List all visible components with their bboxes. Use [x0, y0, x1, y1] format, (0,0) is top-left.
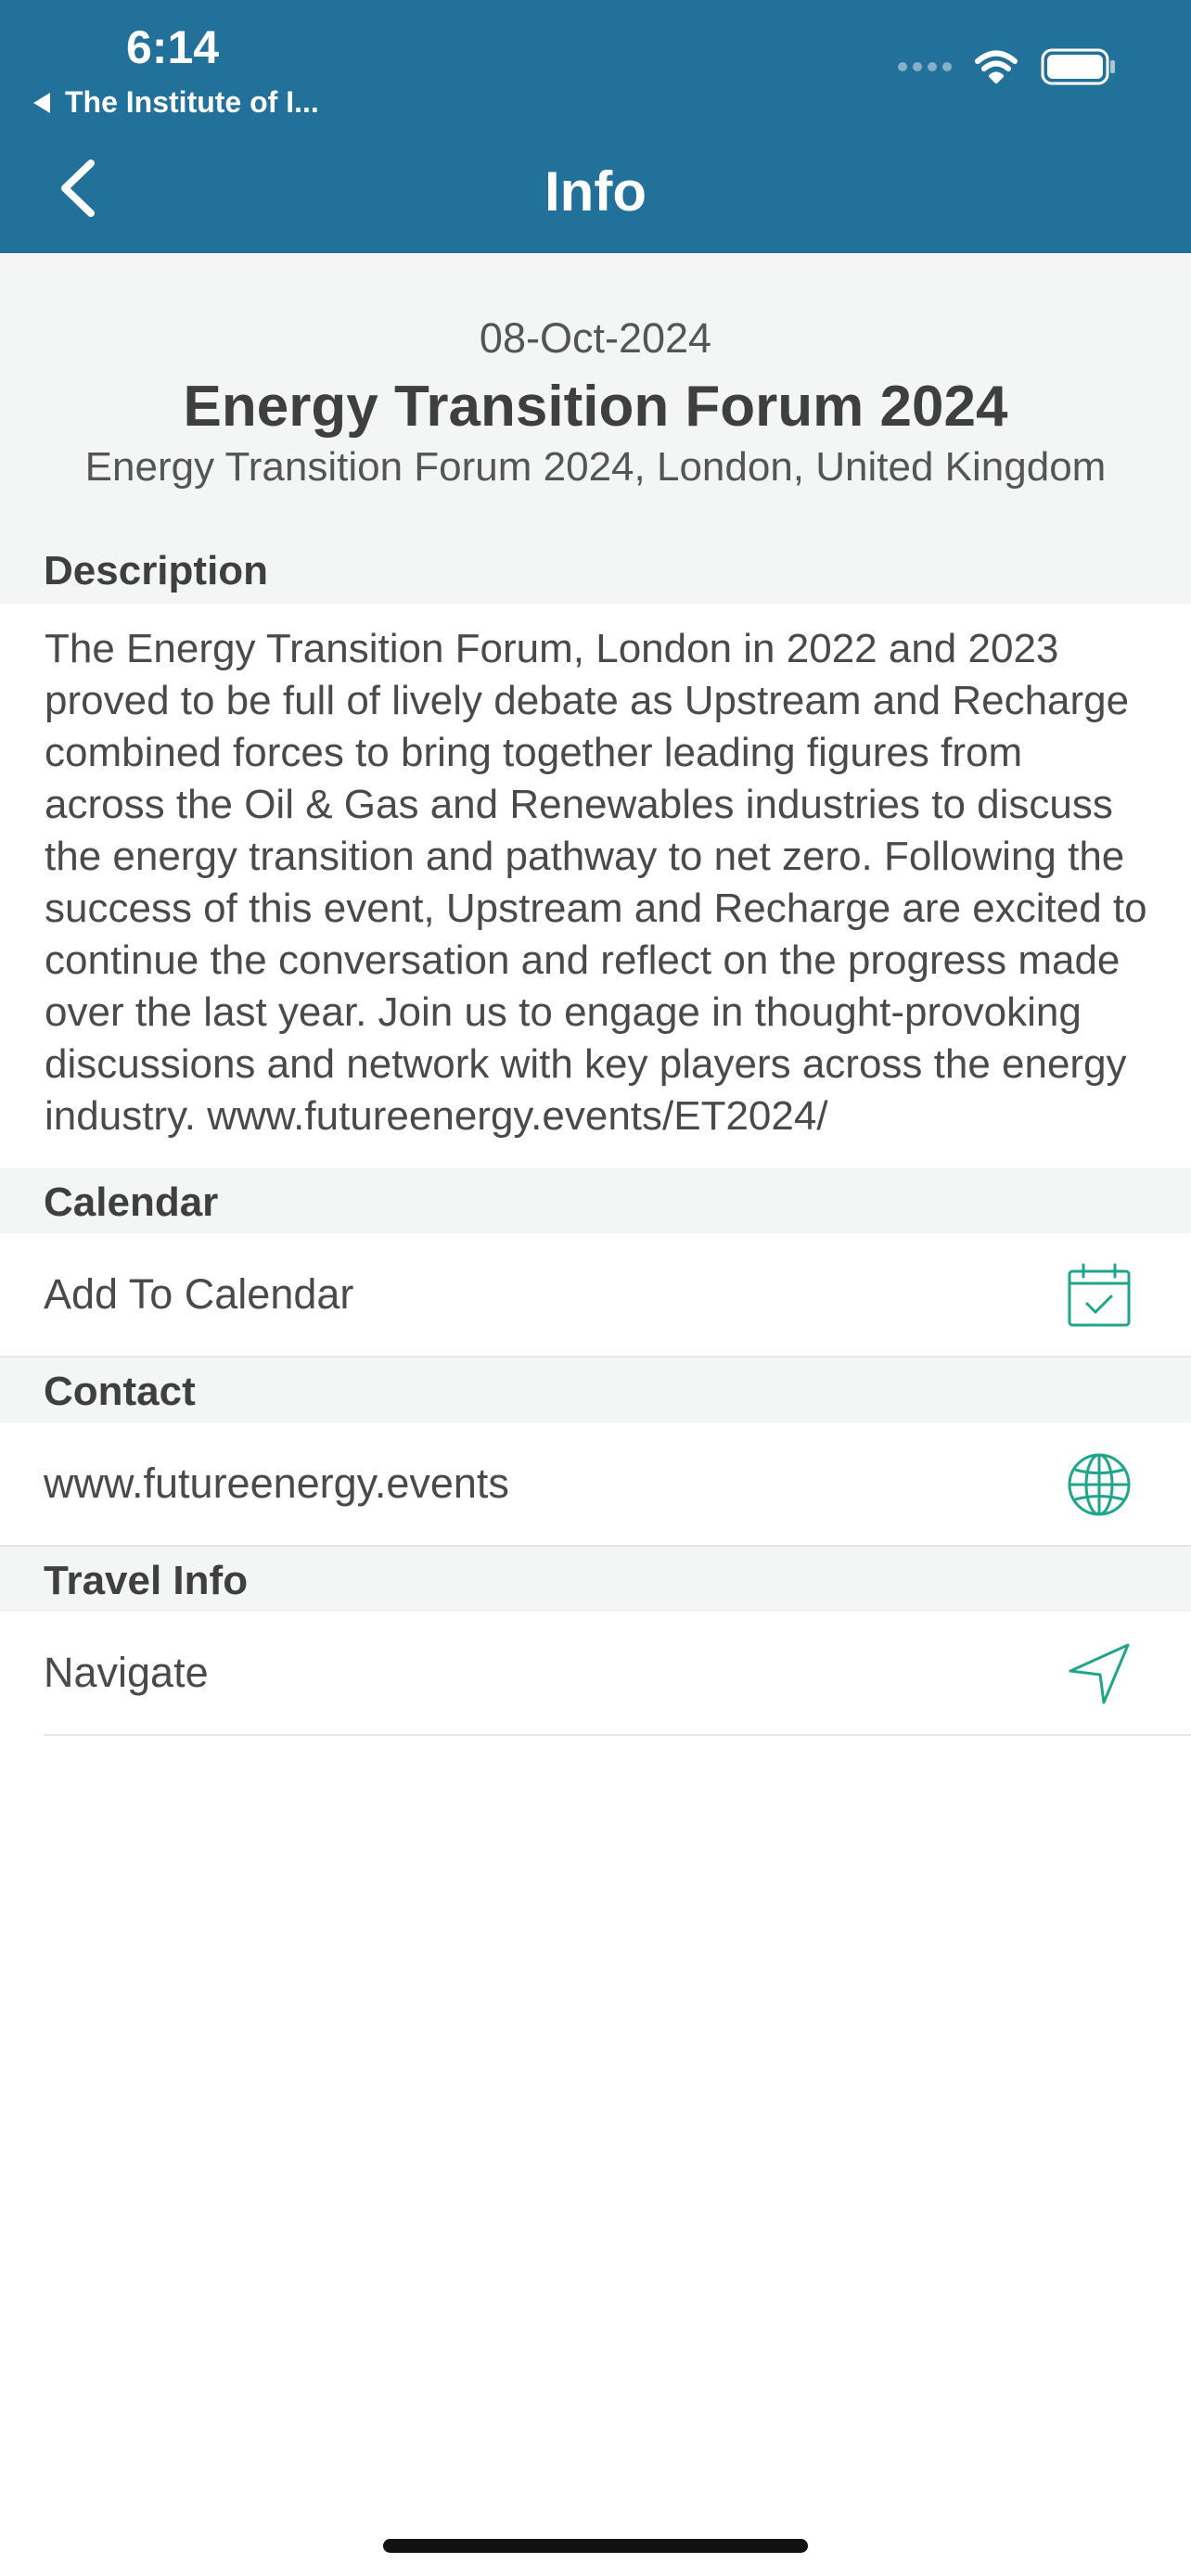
navigate-label: Navigate — [44, 1649, 209, 1696]
signal-dots-icon — [898, 62, 952, 71]
section-header-contact: Contact — [0, 1358, 1191, 1422]
battery-icon — [1041, 48, 1115, 85]
add-to-calendar-row[interactable]: Add To Calendar — [0, 1233, 1191, 1358]
contact-website-row[interactable]: www.futureenergy.events — [0, 1422, 1191, 1547]
add-to-calendar-label: Add To Calendar — [44, 1270, 354, 1318]
event-title: Energy Transition Forum 2024 — [183, 375, 1008, 439]
calendar-check-icon — [1068, 1263, 1131, 1327]
navigate-row[interactable]: Navigate — [0, 1612, 1191, 1736]
event-summary: 08-Oct-2024 Energy Transition Forum 2024… — [0, 253, 1191, 604]
navigation-arrow-icon — [1069, 1643, 1130, 1704]
app-header: 6:14 The Institute of I... Info — [0, 0, 1191, 253]
event-date: 08-Oct-2024 — [479, 314, 712, 362]
status-time: 6:14 — [126, 21, 220, 73]
section-header-calendar: Calendar — [0, 1168, 1191, 1233]
section-label: Calendar — [44, 1180, 219, 1225]
home-indicator[interactable] — [383, 2539, 808, 2553]
contact-website-link: www.futureenergy.events — [44, 1460, 509, 1507]
page-title: Info — [544, 160, 647, 223]
event-location: Energy Transition Forum 2024, London, Un… — [84, 444, 1107, 490]
section-header-description: Description — [44, 548, 269, 593]
section-header-travel-info: Travel Info — [0, 1547, 1191, 1612]
section-label: Travel Info — [44, 1558, 249, 1603]
back-to-app-link[interactable]: The Institute of I... — [33, 85, 319, 120]
globe-icon — [1068, 1453, 1131, 1516]
back-app-label: The Institute of I... — [65, 85, 319, 119]
event-description: The Energy Transition Forum, London in 2… — [45, 626, 1147, 1139]
section-label: Contact — [44, 1369, 196, 1414]
status-icons — [898, 48, 1117, 85]
wifi-icon — [975, 50, 1018, 83]
back-triangle-icon — [33, 92, 50, 113]
